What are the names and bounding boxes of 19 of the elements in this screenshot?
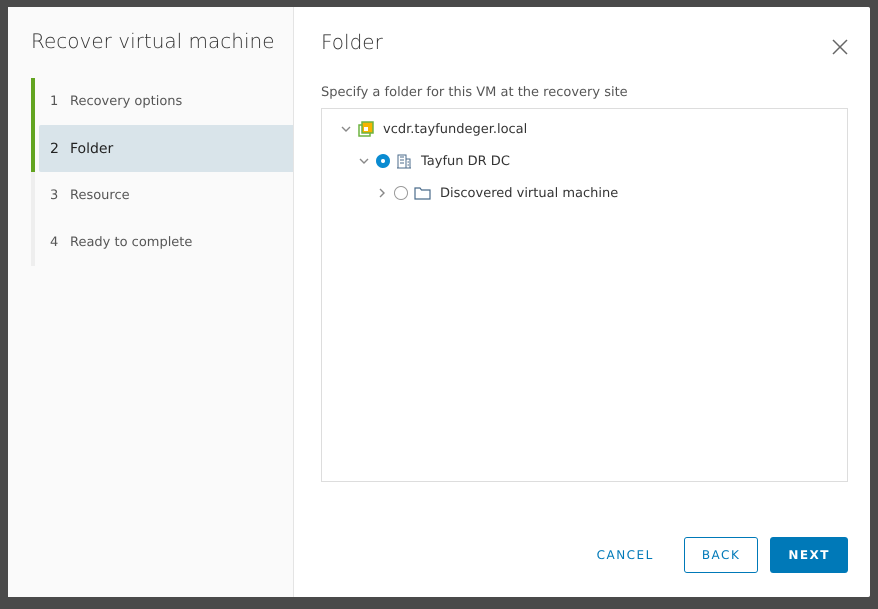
wizard-step[interactable]: 4 Ready to complete (39, 219, 293, 266)
back-button[interactable]: BACK (684, 537, 758, 573)
close-icon[interactable] (832, 39, 848, 55)
radio-button[interactable] (376, 154, 390, 168)
description-text: Specify a folder for this VM at the recovery site (321, 85, 629, 100)
wizard-title: Recover virtual machine (31, 29, 276, 53)
tree-item-label[interactable]: vcdr.tayfundeger.local (383, 122, 528, 136)
folder-icon (414, 186, 431, 200)
tree-item-label[interactable]: Tayfun DR DC (421, 154, 510, 168)
cancel-button[interactable]: CANCEL (578, 537, 672, 573)
wizard-step[interactable]: 1 Recovery options (39, 78, 293, 125)
page-title: Folder (321, 30, 383, 54)
building-icon (396, 153, 412, 169)
next-button[interactable]: NEXT (770, 537, 848, 573)
wizard-step[interactable]: 2 Folder (39, 125, 293, 172)
radio-button[interactable] (394, 186, 408, 200)
wizard-step[interactable]: 3 Resource (39, 172, 293, 219)
server-icon (358, 121, 374, 137)
tree-item-label[interactable]: Discovered virtual machine (440, 186, 618, 200)
